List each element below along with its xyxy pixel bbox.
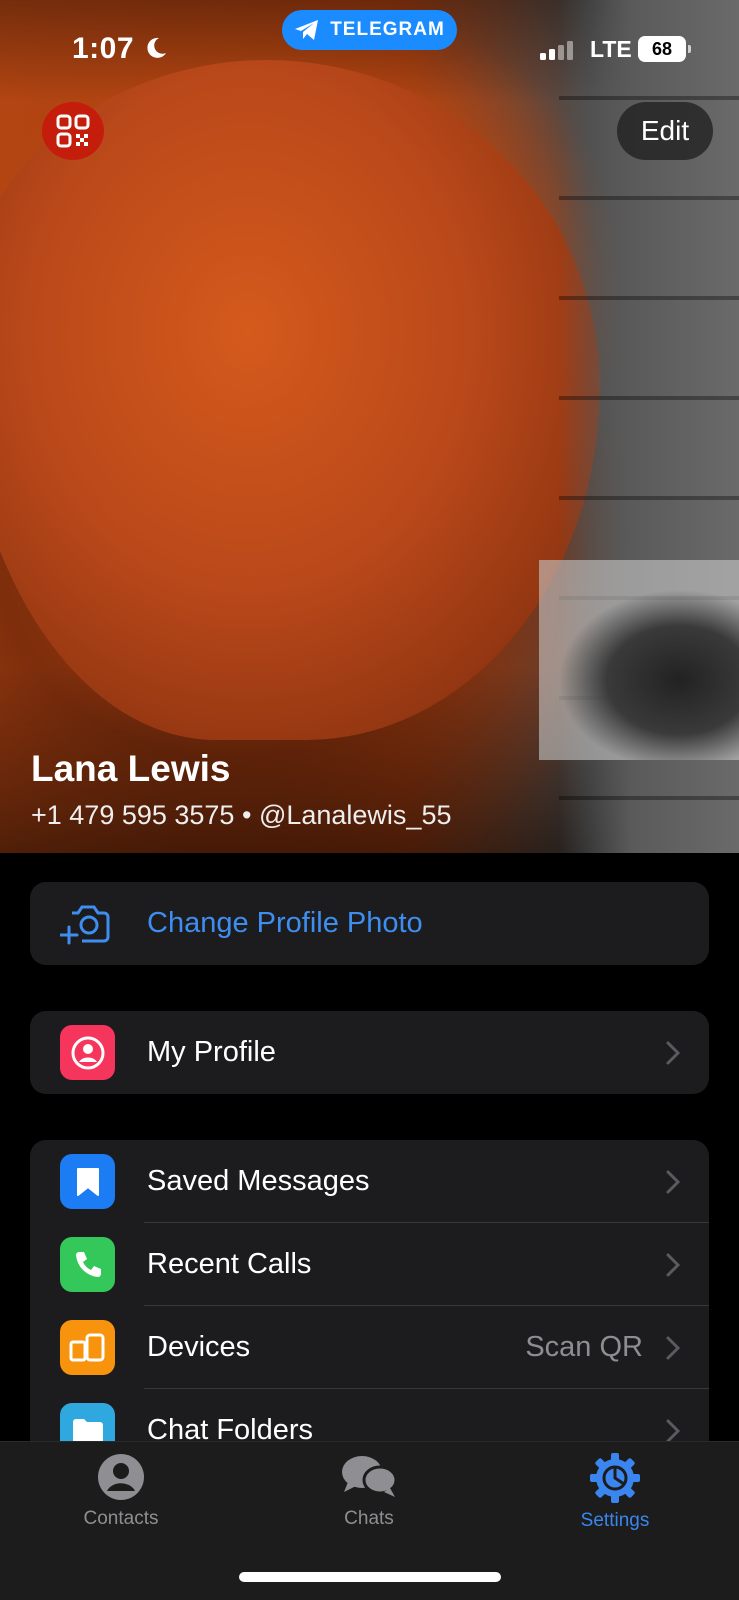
devices-icon — [60, 1320, 115, 1375]
chevron-right-icon — [666, 1170, 681, 1193]
my-profile-label: My Profile — [147, 1036, 276, 1068]
status-time: 1:07 — [72, 32, 135, 65]
menu-item-label: Chat Folders — [147, 1414, 314, 1441]
chevron-right-icon — [666, 1253, 681, 1276]
tab-label: Contacts — [83, 1508, 159, 1529]
menu-item-saved-messages[interactable]: Saved Messages — [30, 1140, 709, 1223]
telegram-pill-label: TELEGRAM — [330, 19, 445, 40]
settings-gear-icon — [590, 1453, 640, 1503]
chevron-right-icon — [666, 1041, 681, 1064]
change-photo-card: Change Profile Photo — [30, 882, 709, 965]
signal-icon — [540, 38, 580, 60]
person-icon — [60, 1025, 115, 1080]
photo-background-floor — [539, 560, 739, 760]
battery-indicator: 68 — [638, 36, 691, 62]
profile-subtitle: +1 479 595 3575 • @Lanalewis_55 — [31, 800, 451, 831]
qr-code-icon — [56, 114, 90, 148]
profile-phone: +1 479 595 3575 — [31, 800, 235, 830]
change-photo-label: Change Profile Photo — [147, 907, 423, 939]
chevron-right-icon — [666, 1336, 681, 1359]
qr-code-button[interactable] — [42, 102, 104, 160]
tab-label: Settings — [580, 1510, 650, 1531]
tab-settings[interactable]: Settings — [535, 1452, 695, 1532]
menu-item-label: Recent Calls — [147, 1248, 312, 1280]
tab-chats[interactable]: Chats — [289, 1452, 449, 1530]
profile-username: @Lanalewis_55 — [258, 800, 452, 830]
add-photo-icon — [58, 896, 113, 951]
my-profile-card: My Profile — [30, 1011, 709, 1094]
profile-name: Lana Lewis — [31, 748, 231, 789]
settings-menu: Saved Messages Recent Calls Devices Scan… — [30, 1140, 709, 1441]
subtitle-separator: • — [241, 800, 252, 830]
tab-label: Chats — [344, 1508, 394, 1529]
phone-icon — [60, 1237, 115, 1292]
contacts-icon — [98, 1454, 144, 1500]
photo-subject — [0, 60, 600, 740]
network-type: LTE — [590, 36, 632, 62]
status-bar: 1:07 TELEGRAM LTE 68 — [0, 0, 739, 90]
chats-icon — [342, 1456, 398, 1497]
telegram-plane-icon — [295, 20, 319, 40]
menu-item-recent-calls[interactable]: Recent Calls — [30, 1223, 709, 1306]
bookmark-icon — [60, 1154, 115, 1209]
tab-contacts[interactable]: Contacts — [41, 1452, 201, 1530]
my-profile-item[interactable]: My Profile — [30, 1011, 709, 1094]
edit-button[interactable]: Edit — [617, 102, 713, 160]
menu-item-label: Saved Messages — [147, 1165, 370, 1197]
chevron-right-icon — [666, 1419, 681, 1441]
folder-icon — [60, 1403, 115, 1441]
moon-icon — [147, 37, 166, 58]
menu-item-label: Devices — [147, 1331, 251, 1363]
menu-item-chat-folders[interactable]: Chat Folders — [30, 1389, 709, 1441]
telegram-pill[interactable]: TELEGRAM — [282, 10, 457, 50]
change-photo-button[interactable]: Change Profile Photo — [30, 882, 709, 965]
home-indicator — [239, 1572, 501, 1582]
menu-item-devices[interactable]: Devices Scan QR — [30, 1306, 709, 1389]
menu-item-value: Scan QR — [525, 1331, 643, 1363]
